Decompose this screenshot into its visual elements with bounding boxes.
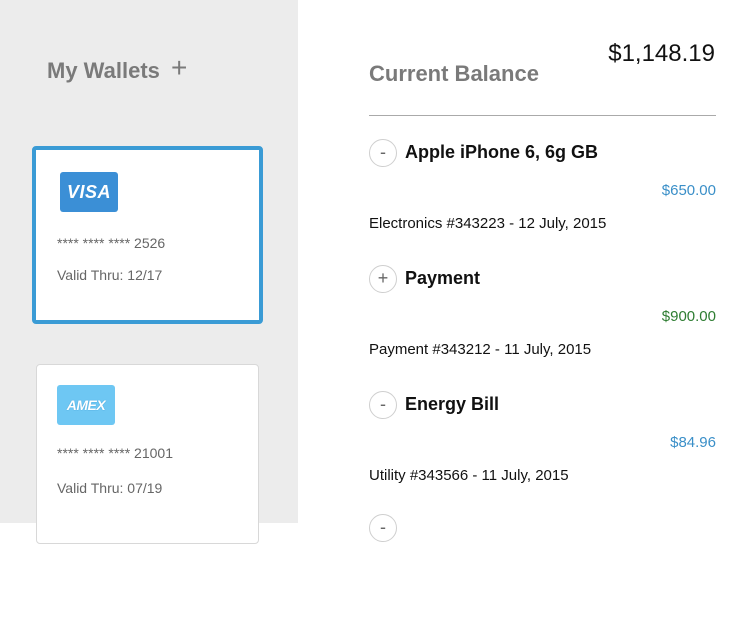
transaction-detail: Payment #343212 - 11 July, 2015	[369, 341, 592, 358]
transaction-title: Apple iPhone 6, 6g GB	[405, 142, 599, 162]
transaction-title: Energy Bill	[405, 394, 500, 414]
transaction-amount: $650.00	[661, 182, 716, 199]
card-valid-thru: Valid Thru: 12/17	[57, 267, 163, 283]
expand-toggle-icon[interactable]: +	[369, 265, 397, 293]
transaction-title: Payment	[405, 268, 481, 288]
transaction-detail: Electronics #343223 - 12 July, 2015	[369, 215, 607, 232]
transaction-amount: $84.96	[670, 434, 716, 451]
collapse-toggle-icon[interactable]: -	[369, 139, 397, 167]
current-balance-label: Current Balance	[369, 61, 539, 86]
transaction-item: + Payment $900.00 Payment #343212 - 11 J…	[369, 265, 716, 375]
balance-panel: Current Balance $1,148.19 - Apple iPhone…	[298, 0, 744, 542]
divider	[369, 115, 716, 116]
transaction-item: - Energy Bill $84.96 Utility #343566 - 1…	[369, 391, 716, 501]
wallet-card-visa[interactable]: VISA **** **** **** 2526 Valid Thru: 12/…	[32, 146, 263, 324]
add-wallet-icon[interactable]: +	[171, 54, 187, 82]
card-number: **** **** **** 21001	[57, 445, 173, 461]
collapse-toggle-icon[interactable]: -	[369, 391, 397, 419]
transaction-detail: Utility #343566 - 11 July, 2015	[369, 467, 569, 484]
current-balance-amount: $1,148.19	[608, 40, 715, 67]
transaction-item: - Apple iPhone 6, 6g GB $650.00 Electron…	[369, 139, 716, 249]
transaction-item: -	[369, 514, 716, 624]
wallets-title: My Wallets	[47, 58, 160, 83]
card-number: **** **** **** 2526	[57, 235, 166, 251]
amex-logo-icon: AMEX	[57, 385, 115, 425]
wallet-card-amex[interactable]: AMEX **** **** **** 21001 Valid Thru: 07…	[36, 364, 259, 544]
visa-logo-icon: VISA	[60, 172, 118, 212]
wallets-sidebar: My Wallets + VISA **** **** **** 2526 Va…	[0, 0, 298, 544]
card-valid-thru: Valid Thru: 07/19	[57, 480, 163, 496]
collapse-toggle-icon[interactable]: -	[369, 514, 397, 542]
transaction-amount: $900.00	[661, 308, 716, 325]
